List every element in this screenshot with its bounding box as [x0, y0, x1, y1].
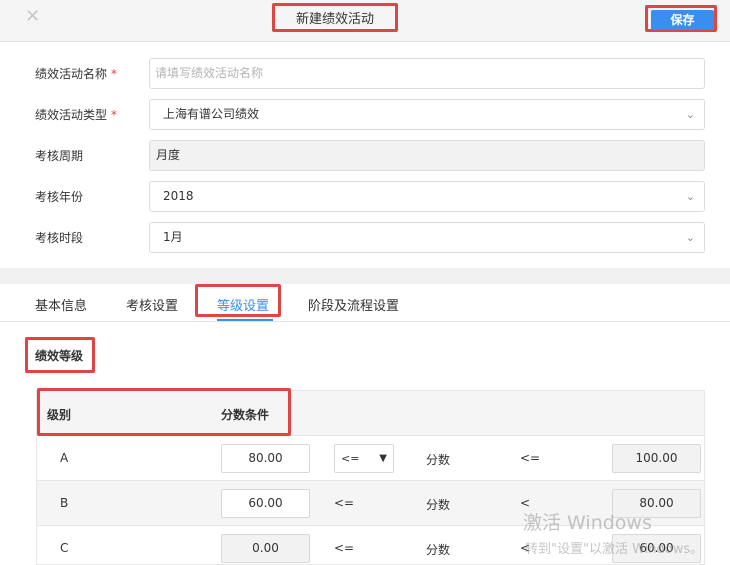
activity-type-label: 绩效活动类型 * [35, 108, 118, 122]
activity-name-label: 绩效活动名称 * [35, 67, 118, 81]
phase-label: 考核时段 [35, 231, 84, 245]
max-score-field: 100.00 [612, 444, 701, 473]
tab-assessment-settings[interactable]: 考核设置 [126, 295, 178, 314]
tab-stage-process-settings[interactable]: 阶段及流程设置 [308, 295, 399, 314]
active-tab-indicator [217, 319, 273, 321]
level-cell: B [60, 496, 69, 510]
operator-text: <= [334, 541, 355, 555]
section-divider [0, 268, 730, 284]
score-label: 分数 [426, 498, 451, 512]
activity-type-select[interactable]: 上海有谱公司绩效 ⌄ [149, 99, 705, 130]
save-button[interactable]: 保存 [651, 10, 714, 30]
min-score-input[interactable]: 60.00 [221, 489, 310, 518]
year-label: 考核年份 [35, 190, 84, 204]
tab-bar: 基本信息 考核设置 等级设置 阶段及流程设置 [0, 284, 730, 322]
required-mark: * [111, 108, 118, 122]
tab-highlight [195, 284, 281, 317]
caret-down-icon: ▼ [379, 453, 387, 464]
score-label: 分数 [426, 543, 451, 557]
activity-name-input[interactable]: 请填写绩效活动名称 [149, 58, 705, 89]
min-score-field: 0.00 [221, 534, 310, 563]
phase-select[interactable]: 1月 ⌄ [149, 222, 705, 253]
operator-value: <= [341, 452, 360, 465]
operator-text: <= [334, 496, 355, 510]
min-score-input[interactable]: 80.00 [221, 444, 310, 473]
period-label: 考核周期 [35, 149, 84, 163]
level-cell: A [60, 451, 69, 465]
score-label: 分数 [426, 453, 451, 467]
table-row: A 80.00 <= ▼ 分数 <= 100.00 [37, 436, 704, 481]
operator-select[interactable]: <= ▼ [334, 444, 394, 473]
required-mark: * [111, 67, 118, 81]
year-value: 2018 [163, 189, 194, 203]
table-header-highlight [37, 388, 291, 436]
save-button-highlight: 保存 [645, 5, 717, 32]
operator-text: <= [520, 451, 541, 465]
level-cell: C [60, 541, 69, 555]
chevron-down-icon: ⌄ [685, 231, 695, 244]
section-title-highlight [25, 337, 95, 373]
activity-type-value: 上海有谱公司绩效 [163, 107, 260, 121]
activation-watermark-text: 转到"设置"以激活 Windows。 [525, 542, 704, 557]
chevron-down-icon: ⌄ [685, 108, 695, 121]
activation-watermark-title: 激活 Windows [523, 512, 652, 534]
chevron-down-icon: ⌄ [685, 190, 695, 203]
period-field: 月度 [149, 140, 705, 171]
phase-value: 1月 [163, 230, 183, 244]
close-icon[interactable]: ✕ [25, 6, 40, 27]
year-select[interactable]: 2018 ⌄ [149, 181, 705, 212]
tab-basic-info[interactable]: 基本信息 [35, 295, 87, 314]
page-title: 新建绩效活动 [272, 3, 398, 32]
